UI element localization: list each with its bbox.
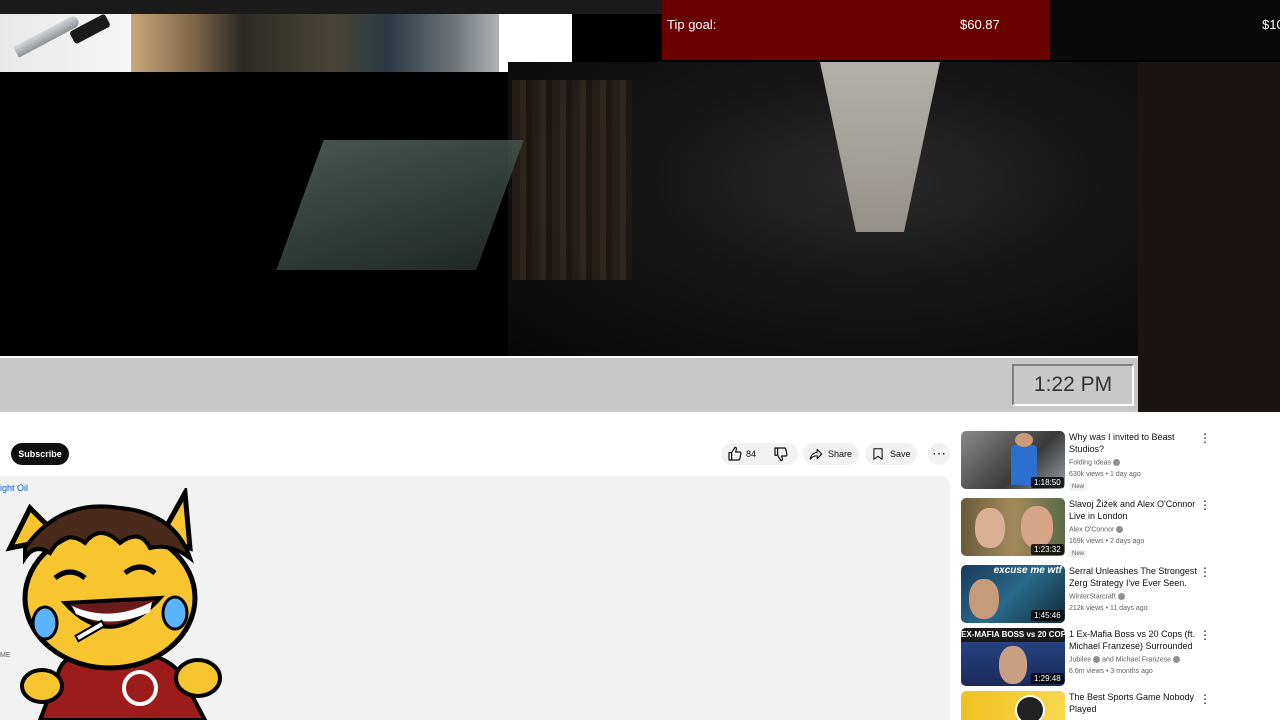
rec-meta: 169k views • 2 days ago [1069,538,1145,545]
more-actions-button[interactable]: ⋯ [928,443,950,465]
rec-thumb-text: excuse me wtf [993,565,1062,576]
rec-meta: 212k views • 11 days ago [1069,605,1148,612]
rec-channel-name[interactable]: WinterStarcraft [1069,593,1116,600]
rec-channel[interactable]: Folding Ideas [1069,459,1121,466]
like-icon[interactable] [727,446,743,462]
rec-channel[interactable]: Alex O'Connor [1069,526,1124,533]
rec-duration: 1:29:48 [1031,673,1064,684]
share-icon [809,448,823,460]
tip-goal-target: $10 [1262,17,1280,32]
rec-title[interactable]: Slavoj Žižek and Alex O'Connor Live in L… [1069,498,1201,522]
tip-goal-target-bar [1050,0,1280,60]
rec-channel-collab[interactable]: and Michael Franzese [1102,656,1171,663]
verified-icon [1116,526,1124,533]
rec-thumb-text: EX-MAFIA BOSS vs 20 COPS [961,628,1065,642]
rec-menu-icon[interactable]: ⋮ [1199,498,1211,512]
rec-meta: 6.6m views • 3 months ago [1069,668,1153,675]
rec-meta: 630k views • 1 day ago [1069,471,1141,478]
cat-mascot-sticker [5,488,222,720]
rec-channel-name[interactable]: Folding Ideas [1069,459,1111,466]
tip-goal-label: Tip goal: [667,17,717,32]
tip-goal-amount: $60.87 [960,17,1000,32]
verified-icon [1113,459,1121,466]
bookshelf [512,80,632,280]
share-label: Share [828,449,853,459]
top-strip [0,0,662,14]
rec-channel-name[interactable]: Alex O'Connor [1069,526,1114,533]
video-right-edge [1138,62,1280,412]
rec-duration: 1:18:50 [1031,477,1064,488]
bookmark-icon [873,448,883,460]
taskbar-clock: 1:22 PM [1012,364,1134,406]
rec-channel[interactable]: Jubilee and Michael Franzese [1069,656,1181,663]
subscribe-button[interactable]: Subscribe [11,443,69,465]
rec-thumbnail[interactable] [961,691,1065,720]
verified-icon [1173,656,1181,663]
save-label: Save [890,449,911,459]
verified-icon [1117,593,1125,600]
rec-new-badge: New [1069,483,1088,491]
rec-title[interactable]: The Best Sports Game Nobody Played [1069,691,1201,715]
room-image [131,14,499,72]
taskbar [0,356,1138,412]
rec-menu-icon[interactable]: ⋮ [1199,565,1211,579]
like-count: 84 [746,449,757,459]
rec-channel[interactable]: WinterStarcraft [1069,593,1125,600]
rec-duration: 1:23:32 [1031,544,1064,555]
rec-duration: 1:45:46 [1031,610,1064,621]
rec-new-badge: New [1069,550,1088,558]
rec-menu-icon[interactable]: ⋮ [1199,692,1211,706]
rec-title[interactable]: Serral Unleashes The Strongest Zerg Stra… [1069,565,1201,589]
rec-channel-name[interactable]: Jubilee [1069,656,1091,663]
rec-title[interactable]: Why was I invited to Beast Studios? [1069,431,1201,455]
rec-menu-icon[interactable]: ⋮ [1199,628,1211,642]
dislike-icon[interactable] [773,446,789,462]
rec-title[interactable]: 1 Ex-Mafia Boss vs 20 Cops (ft. Michael … [1069,628,1201,652]
rec-menu-icon[interactable]: ⋮ [1199,431,1211,445]
verified-icon [1093,656,1101,663]
